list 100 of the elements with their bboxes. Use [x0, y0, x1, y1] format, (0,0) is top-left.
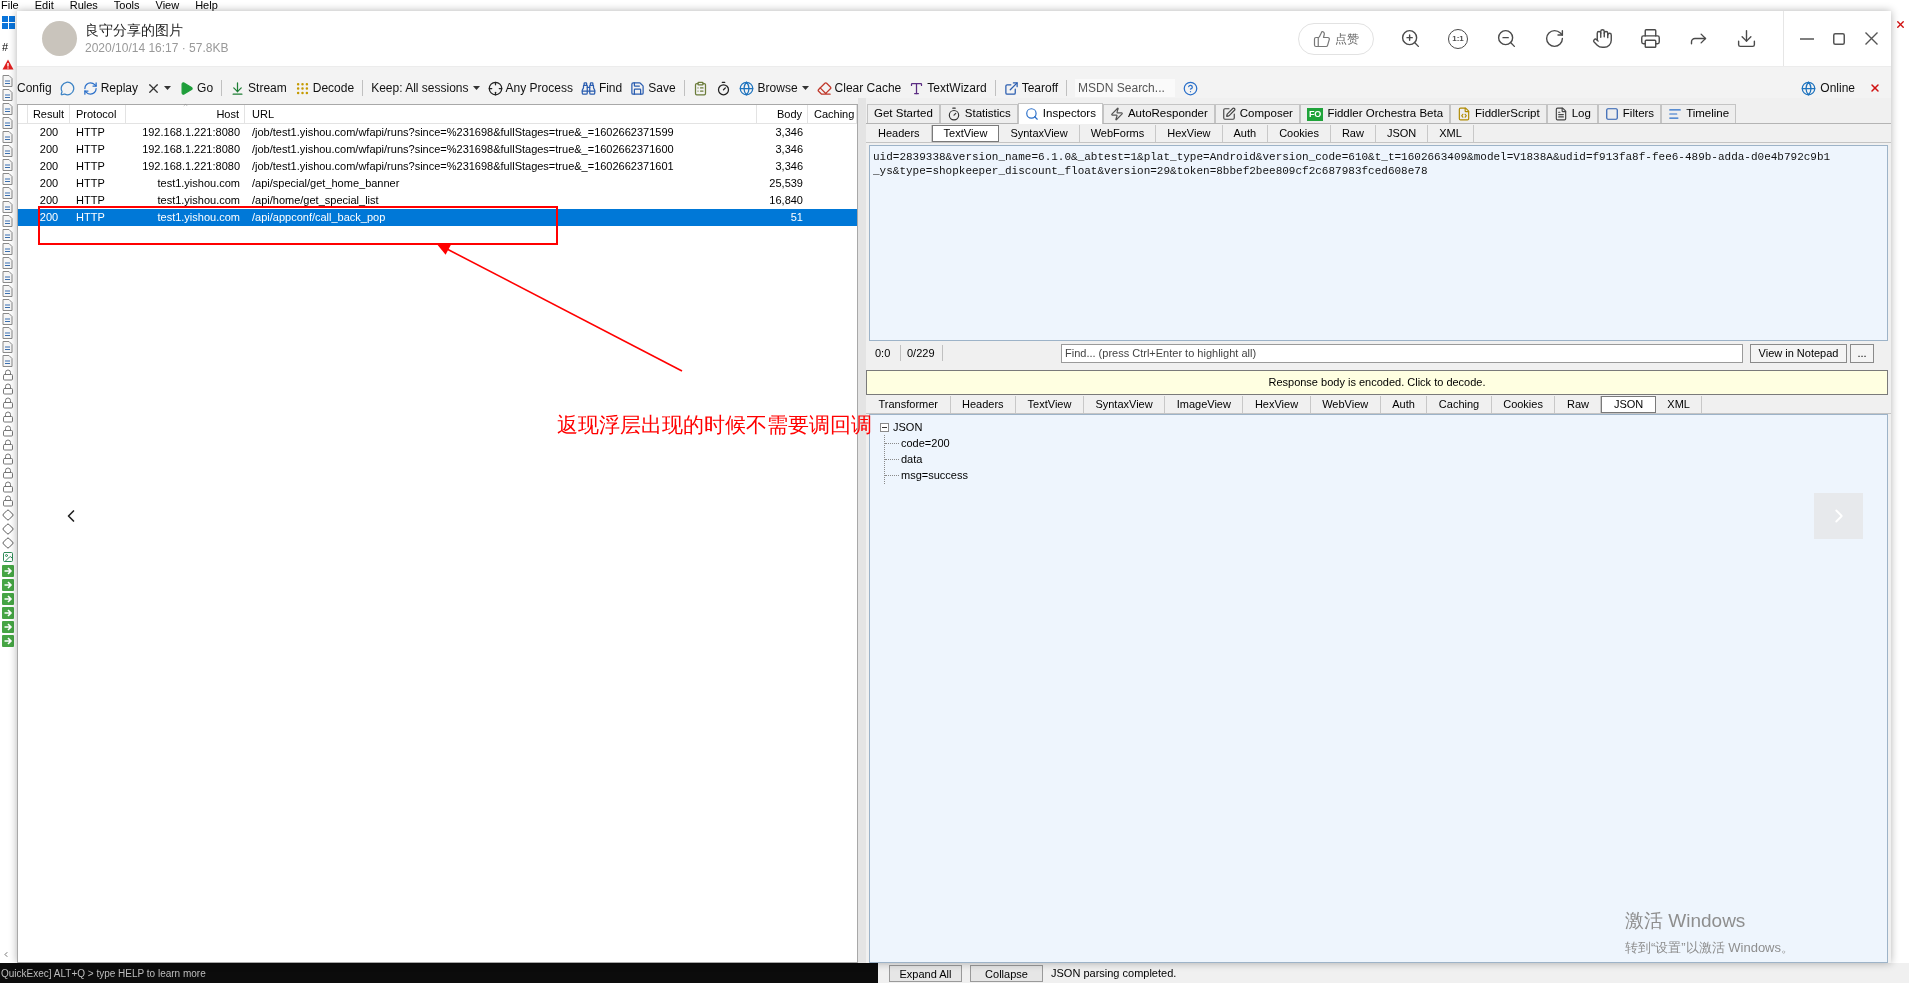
tree-node[interactable]: data [899, 450, 923, 468]
tab[interactable]: Caching [1427, 395, 1492, 413]
table-cell-text: HTTP [75, 193, 106, 209]
tab[interactable]: Headers [950, 395, 1017, 413]
toolbar-dropdown[interactable]: Browse [738, 79, 809, 97]
table-cell-text: 200 [38, 210, 60, 226]
tab[interactable]: WebForms [1079, 124, 1157, 142]
tab[interactable]: Cookies [1491, 395, 1556, 413]
tab[interactable]: TextView [1016, 395, 1084, 413]
tab[interactable]: Auth [1380, 395, 1428, 413]
tree-node[interactable]: JSON [893, 418, 923, 436]
tab[interactable]: SyntaxView [999, 124, 1080, 142]
tab[interactable]: Composer [1214, 104, 1300, 123]
tab[interactable]: FO Fiddler Orchestra Beta [1299, 104, 1451, 123]
tab[interactable]: Filters [1597, 104, 1662, 123]
tab[interactable]: Get Started [867, 104, 940, 123]
toolbar-button[interactable]: Replay [82, 79, 139, 97]
tab[interactable]: SyntaxView [1083, 395, 1166, 413]
clipboard-icon [692, 80, 708, 96]
toolbar-button[interactable]: Tearoff [1003, 79, 1059, 97]
tab[interactable]: Raw [1330, 124, 1376, 142]
tree-node[interactable]: code=200 [899, 434, 950, 452]
column-header[interactable]: URL [245, 105, 757, 123]
toolbar-button[interactable]: Decode [294, 79, 355, 97]
session-row[interactable]: 200 HTTP test1.yishou.com /api/special/get_home_banner 25,539 [18, 175, 857, 192]
tab[interactable]: AutoResponder [1102, 104, 1215, 123]
close-icon[interactable] [1869, 82, 1881, 94]
column-header[interactable]: Result [28, 105, 70, 123]
quickexec-bar[interactable]: QuickExec] ALT+Q > type HELP to learn more [0, 963, 878, 983]
encoded-banner[interactable]: Response body is encoded. Click to decode. [866, 370, 1888, 395]
table-cell-text: 3,346 [774, 142, 804, 158]
tab[interactable]: Headers [867, 124, 932, 142]
pencil-icon [1221, 107, 1236, 121]
globe-icon [738, 80, 754, 96]
tab[interactable]: JSON [1601, 395, 1656, 413]
table-cell-text: 200 [38, 193, 60, 209]
tab[interactable]: XML [1428, 124, 1474, 142]
toolbar-button[interactable]: Stream [230, 79, 287, 97]
tab[interactable]: HexView [1243, 395, 1311, 413]
image-meta: 2020/10/14 16:17 · 57.8KB [85, 40, 229, 56]
collapse-toggle-icon[interactable] [880, 422, 889, 432]
toolbar-dropdown[interactable]: Keep: All sessions [371, 79, 480, 97]
save-icon [630, 80, 646, 96]
globe-icon [1801, 80, 1817, 96]
toolbar-button[interactable]: Clear Cache [816, 79, 902, 97]
column-header[interactable]: Host [126, 105, 245, 123]
menu-item[interactable]: View [155, 0, 180, 11]
column-header[interactable]: Protocol [70, 105, 126, 123]
tab[interactable]: Statistics [939, 104, 1018, 123]
find-field[interactable]: Find... (press Ctrl+Enter to highlight all) [1061, 343, 1743, 363]
tab[interactable]: XML [1655, 395, 1703, 413]
tree-node[interactable]: msg=success [899, 466, 968, 484]
tab[interactable]: Timeline [1661, 104, 1737, 123]
bottom-button[interactable]: Expand All [889, 964, 962, 982]
column-header[interactable]: Body [757, 105, 808, 123]
activation-message: 转到“设置”以激活 Windows。 [1625, 939, 1794, 957]
close-icon [1864, 32, 1878, 45]
menu-item[interactable]: Rules [69, 0, 98, 11]
tab[interactable]: Transformer [867, 395, 951, 413]
window-arrow-icon [1003, 80, 1019, 96]
search-icon [1024, 107, 1039, 121]
document-icon [1553, 107, 1568, 121]
more-button[interactable]: ... [1850, 343, 1874, 363]
bottom-button[interactable]: Collapse [970, 964, 1043, 982]
session-row[interactable]: 200 HTTP test1.yishou.com /api/appconf/call_back_pop 51 [18, 209, 857, 226]
view-in-notepad-button[interactable]: View in Notepad [1750, 343, 1847, 363]
zoom-in-icon [1399, 28, 1421, 49]
text-tool-icon [909, 80, 925, 96]
tab[interactable]: WebView [1310, 395, 1381, 413]
toolbar-icon-button[interactable] [715, 79, 731, 97]
tab[interactable]: HexView [1156, 124, 1223, 142]
toolbar-button[interactable]: Save [630, 79, 676, 97]
tab[interactable]: Inspectors [1017, 103, 1103, 124]
toolbar-button[interactable]: Any Process [487, 79, 573, 97]
session-row[interactable]: 200 HTTP 192.168.1.221:8080 /job/test1.yishou.com/wfapi/runs?since=%231698&fullStages=true&_=1602662371599 3,346 [18, 124, 857, 141]
menu-item[interactable]: Tools [113, 0, 140, 11]
toolbar-button[interactable]: TextWizard [909, 79, 987, 97]
tab[interactable]: Log [1546, 104, 1598, 123]
toolbar-button[interactable]: Config [17, 79, 52, 97]
close-icon[interactable] [1894, 19, 1906, 30]
menu-item[interactable]: Edit [34, 0, 54, 11]
session-row[interactable]: 200 HTTP test1.yishou.com /api/home/get_special_list 16,840 [18, 192, 857, 209]
tab[interactable]: ImageView [1165, 395, 1244, 413]
toolbar-button[interactable]: Find [580, 79, 623, 97]
tab[interactable]: TextView [931, 124, 1000, 142]
column-header[interactable]: Caching [808, 105, 857, 123]
cursor-position: 0:0 [874, 345, 892, 361]
table-cell-text: 200 [38, 159, 60, 175]
tab[interactable]: JSON [1375, 124, 1429, 142]
session-row[interactable]: 200 HTTP 192.168.1.221:8080 /job/test1.yishou.com/wfapi/runs?since=%231698&fullStages=true&_=1602662371600 3,346 [18, 141, 857, 158]
tab[interactable]: Auth [1222, 124, 1269, 142]
menu-item[interactable]: File [1, 0, 19, 11]
session-row[interactable]: 200 HTTP 192.168.1.221:8080 /job/test1.yishou.com/wfapi/runs?since=%231698&fullStages=true&_=1602662371601 3,346 [18, 158, 857, 175]
menu-item[interactable]: Help [195, 0, 218, 11]
tab[interactable]: Cookies [1268, 124, 1331, 142]
table-cell-text: /job/test1.yishou.com/wfapi/runs?since=%231698&fullStages=true&_=1602662371599 [251, 125, 675, 141]
search-field[interactable]: MSDN Search... [1075, 79, 1176, 97]
toolbar-button[interactable]: Go [179, 79, 214, 97]
online-button[interactable]: Online [1801, 79, 1855, 97]
tab[interactable]: FiddlerScript [1450, 104, 1547, 123]
